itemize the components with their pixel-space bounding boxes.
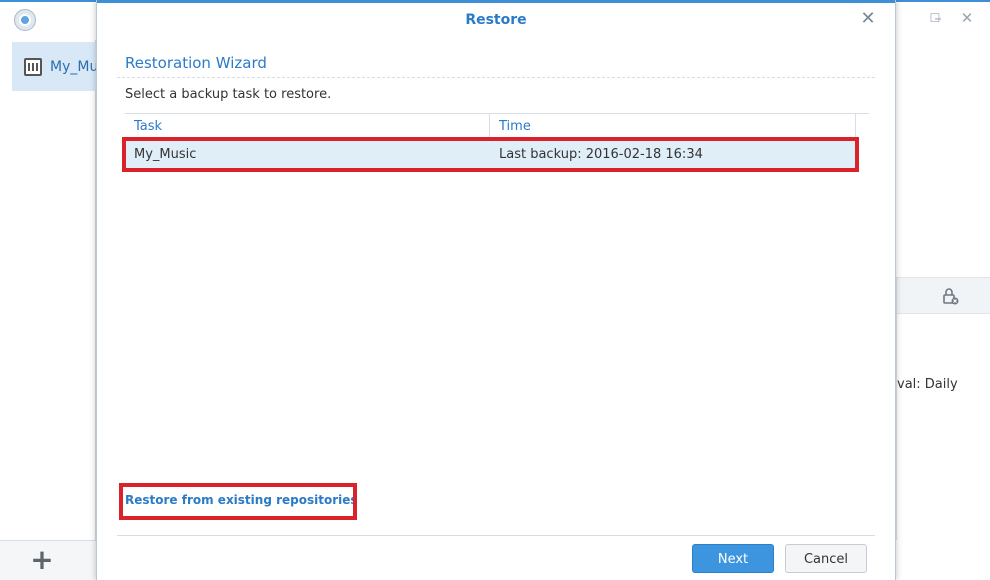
sidebar: My_Mu — [0, 40, 102, 580]
table-row[interactable]: My_Music Last backup: 2016-02-18 16:34 — [125, 140, 855, 170]
dialog-accent-bar — [97, 0, 895, 3]
task-name-cell: My_Music — [134, 147, 197, 162]
divider — [117, 77, 875, 78]
column-header-task[interactable]: Task — [125, 114, 490, 139]
next-button[interactable]: Next — [692, 544, 774, 573]
wizard-heading: Restoration Wizard — [125, 54, 267, 72]
sidebar-item-label: My_Mu — [50, 58, 99, 75]
restore-dialog: Restore ✕ Restoration Wizard Select a ba… — [96, 0, 896, 580]
backup-task-icon — [24, 57, 42, 76]
column-header-time[interactable]: Time — [490, 114, 855, 139]
add-task-button[interactable]: + — [28, 546, 56, 575]
wizard-instruction: Select a backup task to restore. — [125, 87, 332, 102]
last-backup-cell: Last backup: 2016-02-18 16:34 — [499, 147, 703, 162]
restore-from-existing-repositories-link[interactable]: Restore from existing repositories — [125, 493, 358, 507]
lock-icon[interactable] — [943, 287, 959, 305]
header-scroll-gap — [855, 114, 869, 139]
task-detail-header — [897, 277, 990, 314]
hyper-backup-app-icon — [14, 9, 36, 31]
task-detail-panel: val: Daily — [896, 277, 990, 540]
backup-interval-text: val: Daily — [897, 377, 958, 392]
footer-divider — [117, 535, 875, 536]
close-icon[interactable]: ✕ — [957, 8, 977, 28]
dialog-close-icon[interactable]: ✕ — [859, 10, 877, 28]
cancel-button[interactable]: Cancel — [785, 544, 867, 573]
sidebar-footer: + — [0, 540, 96, 580]
dialog-title: Restore — [465, 12, 527, 28]
backup-task-table: Task Time My_Music Last backup: 2016-02-… — [125, 113, 869, 513]
sidebar-item-my-music[interactable]: My_Mu — [12, 42, 102, 91]
table-header: Task Time — [125, 114, 855, 139]
maximize-icon[interactable]: ☐ — [925, 8, 945, 28]
